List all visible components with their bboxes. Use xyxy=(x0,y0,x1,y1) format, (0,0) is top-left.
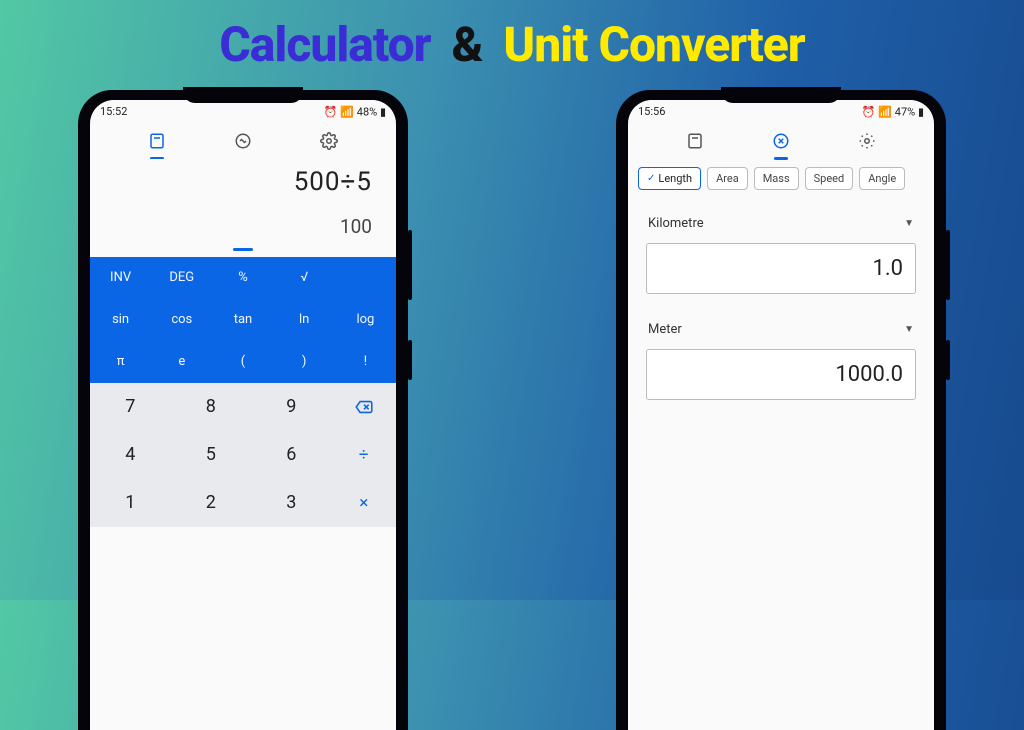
key-e[interactable]: e xyxy=(151,341,212,383)
phone-calculator: 15:52 ⏰ 📶 48% ▮ 500÷5 100 xyxy=(78,90,408,730)
to-unit-select[interactable]: Meter ▼ xyxy=(646,316,916,343)
status-battery: 48% xyxy=(357,106,377,119)
tab-converter[interactable] xyxy=(769,129,793,153)
calc-result: 100 xyxy=(114,215,372,238)
status-battery: 47% xyxy=(895,106,915,119)
chip-length[interactable]: Length xyxy=(638,167,701,190)
key-log[interactable]: log xyxy=(335,299,396,341)
key-cos[interactable]: cos xyxy=(151,299,212,341)
gear-icon xyxy=(320,132,338,150)
from-unit-select[interactable]: Kilometre ▼ xyxy=(646,210,916,237)
promo-headline: Calculator & Unit Converter xyxy=(0,16,1024,73)
headline-word-1: Calculator xyxy=(219,16,430,73)
key-6[interactable]: 6 xyxy=(251,431,332,479)
chip-mass[interactable]: Mass xyxy=(754,167,799,190)
key-7[interactable]: 7 xyxy=(90,383,171,431)
tab-settings[interactable] xyxy=(855,129,879,153)
status-bar: 15:56 ⏰ 📶 47% ▮ xyxy=(628,100,934,121)
to-unit-label: Meter xyxy=(648,322,682,337)
phone-converter: 15:56 ⏰ 📶 47% ▮ Length Area Mass Speed xyxy=(616,90,946,730)
headline-ampersand: & xyxy=(452,16,483,73)
key-backspace[interactable] xyxy=(332,383,396,431)
calculator-icon xyxy=(686,132,704,150)
key-tan[interactable]: tan xyxy=(212,299,273,341)
key-5[interactable]: 5 xyxy=(171,431,252,479)
calc-display: 500÷5 100 xyxy=(90,159,396,257)
status-bar: 15:52 ⏰ 📶 48% ▮ xyxy=(90,100,396,121)
converter-body: Kilometre ▼ 1.0 Meter ▼ 1000.0 xyxy=(628,200,934,432)
status-icons: ⏰ 📶 xyxy=(324,106,357,119)
status-right: ⏰ 📶 47% ▮ xyxy=(862,105,924,119)
key-divide[interactable]: ÷ xyxy=(332,431,396,479)
scientific-panel: INV DEG % √ sin cos tan ln log π e ( ) ! xyxy=(90,257,396,383)
from-value-input[interactable]: 1.0 xyxy=(646,243,916,294)
chevron-down-icon: ▼ xyxy=(904,218,914,229)
key-lparen[interactable]: ( xyxy=(212,341,273,383)
battery-icon: ▮ xyxy=(380,106,386,119)
numeric-keypad: 7 8 9 4 5 6 ÷ 1 2 3 × xyxy=(90,383,396,527)
chip-angle[interactable]: Angle xyxy=(859,167,905,190)
convert-icon xyxy=(772,132,790,150)
top-tabs xyxy=(628,121,934,159)
key-sqrt[interactable]: √ xyxy=(274,257,335,299)
status-icons: ⏰ 📶 xyxy=(862,106,895,119)
phone-side-button xyxy=(408,340,412,380)
key-1[interactable]: 1 xyxy=(90,479,171,527)
phone-side-button xyxy=(946,230,950,300)
key-sin[interactable]: sin xyxy=(90,299,151,341)
phone-side-button xyxy=(408,230,412,300)
unit-category-chips: Length Area Mass Speed Angle xyxy=(628,159,934,200)
from-unit-label: Kilometre xyxy=(648,216,704,231)
calculator-icon xyxy=(148,132,166,150)
chip-area[interactable]: Area xyxy=(707,167,748,190)
key-multiply[interactable]: × xyxy=(332,479,396,527)
tab-converter[interactable] xyxy=(231,129,255,153)
battery-icon: ▮ xyxy=(918,106,924,119)
drag-handle[interactable] xyxy=(233,248,253,251)
status-time: 15:56 xyxy=(638,105,665,118)
key-rparen[interactable]: ) xyxy=(274,341,335,383)
key-blank xyxy=(335,257,396,299)
status-time: 15:52 xyxy=(100,105,127,118)
key-factorial[interactable]: ! xyxy=(335,341,396,383)
key-inv[interactable]: INV xyxy=(90,257,151,299)
convert-icon xyxy=(234,132,252,150)
chip-speed[interactable]: Speed xyxy=(805,167,854,190)
key-9[interactable]: 9 xyxy=(251,383,332,431)
key-pi[interactable]: π xyxy=(90,341,151,383)
key-percent[interactable]: % xyxy=(212,257,273,299)
tab-calculator[interactable] xyxy=(683,129,707,153)
backspace-icon xyxy=(354,400,374,414)
to-value-output: 1000.0 xyxy=(646,349,916,400)
phone-side-button xyxy=(946,340,950,380)
key-deg[interactable]: DEG xyxy=(151,257,212,299)
key-2[interactable]: 2 xyxy=(171,479,252,527)
status-right: ⏰ 📶 48% ▮ xyxy=(324,105,386,119)
key-4[interactable]: 4 xyxy=(90,431,171,479)
tab-calculator[interactable] xyxy=(145,129,169,153)
key-ln[interactable]: ln xyxy=(274,299,335,341)
chevron-down-icon: ▼ xyxy=(904,324,914,335)
key-3[interactable]: 3 xyxy=(251,479,332,527)
tab-settings[interactable] xyxy=(317,129,341,153)
headline-word-2: Unit Converter xyxy=(503,16,804,73)
calc-expression: 500÷5 xyxy=(114,167,372,197)
gear-icon xyxy=(858,132,876,150)
top-tabs xyxy=(90,121,396,159)
key-8[interactable]: 8 xyxy=(171,383,252,431)
